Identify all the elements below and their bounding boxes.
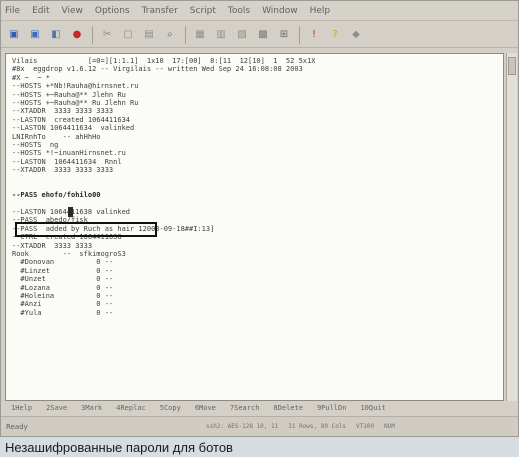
function-key[interactable]: 5Copy (160, 404, 181, 412)
function-key[interactable]: 3Mark (81, 404, 102, 412)
function-key[interactable]: 4Replac (116, 404, 146, 412)
cut-icon[interactable]: ✂ (99, 27, 115, 43)
function-key[interactable]: 9PullDn (317, 404, 347, 412)
scrollbar-thumb[interactable] (508, 57, 516, 75)
copy-icon[interactable]: ▢ (120, 27, 136, 43)
function-key[interactable]: 7Search (230, 404, 260, 412)
menu-script[interactable]: Script (190, 6, 216, 16)
terminal-line: Vilais [=0=][1:1.1] 1x10 17:[00] 8:[11 1… (12, 57, 316, 65)
terminal-line: --HOSTS +*Nb!Rauha@hirnsnet.ru (12, 82, 139, 91)
about-icon[interactable]: ◆ (348, 27, 364, 43)
terminal-line: --HOSTS *!~inuanHirnsnet.ru (12, 149, 126, 158)
vertical-scrollbar[interactable] (506, 53, 517, 401)
terminal-line: #Unzet 0 -- (12, 275, 114, 284)
menu-options[interactable]: Options (95, 6, 130, 16)
terminal-line: --LASTON 1064411638 valinked (12, 207, 131, 218)
menu-edit[interactable]: Edit (32, 6, 49, 16)
function-key[interactable]: 10Quit (360, 404, 385, 412)
terminal-line: --LASTON 1064411634 valinked (12, 124, 135, 133)
toolbar-separator (299, 25, 300, 44)
figure-caption: Незашифрованные пароли для ботов (5, 439, 233, 455)
save-icon[interactable]: ▣ (27, 27, 43, 43)
print-icon[interactable]: ▧ (234, 27, 250, 43)
terminal-line: --HOSTS +~Rauha@** Jlehn Ru (12, 90, 126, 99)
menu-bar: File Edit View Options Transfer Script Tools Wi… (1, 1, 518, 21)
status-text: Ready (6, 422, 28, 431)
terminal-line: --LASTON created 1064411634 (12, 115, 131, 124)
menu-file[interactable]: File (5, 6, 20, 16)
terminal-line: #Yula 0 -- (12, 308, 114, 317)
toolbar: ▣ ▣ ◧ ● ✂ ▢ ▤ ⌕ ▦ ▥ ▧ ▩ ⊞!? ◆ (1, 22, 518, 48)
status-emulation: VT100 (356, 423, 375, 430)
function-key[interactable]: 1Help (11, 404, 32, 412)
toolbar-separator (92, 25, 93, 44)
caption-bar: Незашифрованные пароли для ботов (0, 437, 519, 457)
terminal-line: --LASTON 1064411634 Rnnl (12, 157, 122, 166)
paste-icon[interactable]: ▤ (141, 27, 157, 43)
terminal-line: #Linzet 0 -- (12, 266, 114, 275)
terminal-line-password: --PASS ehofo/fohilo00 (12, 191, 101, 200)
log-icon[interactable]: ▥ (213, 27, 229, 43)
settings-icon[interactable]: ▩ (255, 27, 271, 43)
help-icon[interactable]: ? (327, 27, 343, 43)
status-dimensions: 31 Rows, 80 Cols (288, 423, 347, 430)
terminal-line: --HOSTS +~Rauha@** Ru Jlehn Ru (12, 98, 139, 107)
status-numlock: NUM (384, 423, 395, 430)
terminal-line: --XTADDR 3333 3333 (12, 241, 93, 250)
status-bar: Ready ssh2: AES-128 10, 11 31 Rows, 80 C… (1, 416, 518, 436)
terminal-line: --HOSTS ng (12, 140, 59, 149)
find-icon[interactable]: ⌕ (162, 27, 178, 43)
alert-icon[interactable]: ! (306, 27, 322, 43)
menu-help[interactable]: Help (310, 6, 331, 16)
menu-window[interactable]: Window (262, 6, 298, 16)
terminal-line: --XTADDR 3333 3333 3333 (12, 166, 114, 175)
function-key[interactable]: 6Move (195, 404, 216, 412)
terminal-line: #Donovan 0 -- (12, 258, 114, 267)
terminal-line: #Holeina 0 -- (12, 291, 114, 300)
terminal-line: #Anzi 0 -- (12, 300, 114, 309)
menu-tools[interactable]: Tools (228, 6, 250, 16)
connect-icon[interactable]: ◧ (48, 27, 64, 43)
keymap-icon[interactable]: ⊞ (276, 27, 292, 43)
toolbar-separator (185, 25, 186, 44)
terminal-window: File Edit View Options Transfer Script Tools Wi… (0, 0, 519, 437)
terminal-line: #X ~ ~ * (12, 73, 50, 82)
status-connection: ssh2: AES-128 10, 11 (206, 423, 279, 430)
menu-view[interactable]: View (62, 6, 83, 16)
terminal-line: LNIRnhTo -- ahHhHo (12, 132, 101, 141)
open-icon[interactable]: ▣ (6, 27, 22, 43)
terminal-line: #8x eggdrop v1.6.12 -- Virgilais -- writ… (12, 65, 303, 74)
disconnect-icon[interactable]: ● (69, 27, 85, 43)
terminal-line: Rook -- sfkimogroS3 (12, 249, 126, 258)
menu-transfer[interactable]: Transfer (142, 6, 178, 16)
function-key[interactable]: 2Save (46, 404, 67, 412)
terminal-line: --XTADDR 3333 3333 3333 (12, 107, 114, 116)
function-key-bar: 1Help 2Save 3Mark 4Replac 5Copy 6Move 7Search 8… (5, 402, 518, 413)
properties-icon[interactable]: ▦ (192, 27, 208, 43)
password-highlight-box (15, 222, 157, 237)
terminal-line: #Lozana 0 -- (12, 283, 114, 292)
function-key[interactable]: 8Delete (273, 404, 303, 412)
